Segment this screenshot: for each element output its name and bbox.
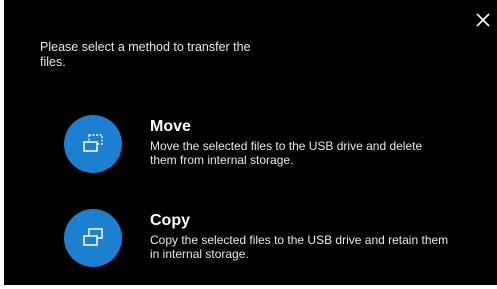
close-icon (476, 13, 490, 27)
copy-files-icon (64, 209, 122, 267)
move-option-title: Move (150, 118, 191, 135)
copy-option-title: Copy (150, 212, 190, 229)
move-option-description: Move the selected files to the USB drive… (150, 139, 423, 167)
move-option-button[interactable]: Move Move the selected files to the USB … (64, 115, 464, 179)
copy-option-button[interactable]: Copy Copy the selected files to the USB … (64, 209, 464, 273)
close-button[interactable] (474, 11, 492, 29)
move-files-icon (64, 115, 122, 173)
copy-option-description: Copy the selected files to the USB drive… (150, 233, 449, 261)
dialog-prompt: Please select a method to transfer the f… (40, 40, 251, 69)
transfer-dialog: Please select a method to transfer the f… (4, 0, 497, 285)
